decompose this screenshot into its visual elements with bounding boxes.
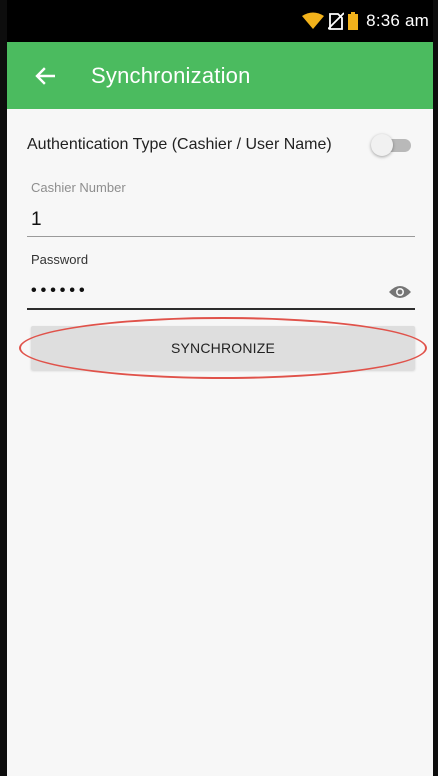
cashier-number-underline — [27, 236, 415, 237]
device-bezel-left — [0, 0, 7, 776]
auth-type-label: Authentication Type (Cashier / User Name… — [27, 136, 332, 153]
sync-form: Authentication Type (Cashier / User Name… — [7, 109, 433, 776]
app-bar: Synchronization — [7, 42, 433, 109]
synchronize-button[interactable]: SYNCHRONIZE — [31, 326, 415, 370]
synchronize-button-label: SYNCHRONIZE — [170, 340, 276, 356]
arrow-left-icon — [35, 66, 55, 85]
auth-type-row: Authentication Type (Cashier / User Name… — [27, 131, 413, 159]
status-bar: 8:36 am — [7, 0, 433, 42]
status-time: 8:36 am — [366, 11, 429, 30]
wifi-icon — [302, 12, 325, 29]
back-button[interactable] — [21, 52, 69, 100]
auth-type-toggle[interactable] — [371, 133, 413, 157]
status-icons — [302, 12, 359, 30]
eye-icon — [389, 286, 411, 298]
no-sim-icon — [328, 12, 345, 30]
device-bezel-right — [433, 0, 438, 776]
password-input[interactable]: •••••• — [31, 282, 415, 300]
password-label: Password — [31, 252, 89, 267]
battery-icon — [348, 12, 359, 30]
password-underline — [27, 308, 415, 310]
toggle-thumb — [371, 134, 393, 156]
password-visibility-toggle[interactable] — [387, 283, 413, 301]
cashier-number-label: Cashier Number — [31, 180, 126, 195]
screen: 8:36 am Synchronization Authentication T… — [0, 0, 438, 776]
page-title: Synchronization — [91, 62, 251, 88]
cashier-number-input[interactable]: 1 — [31, 209, 415, 231]
